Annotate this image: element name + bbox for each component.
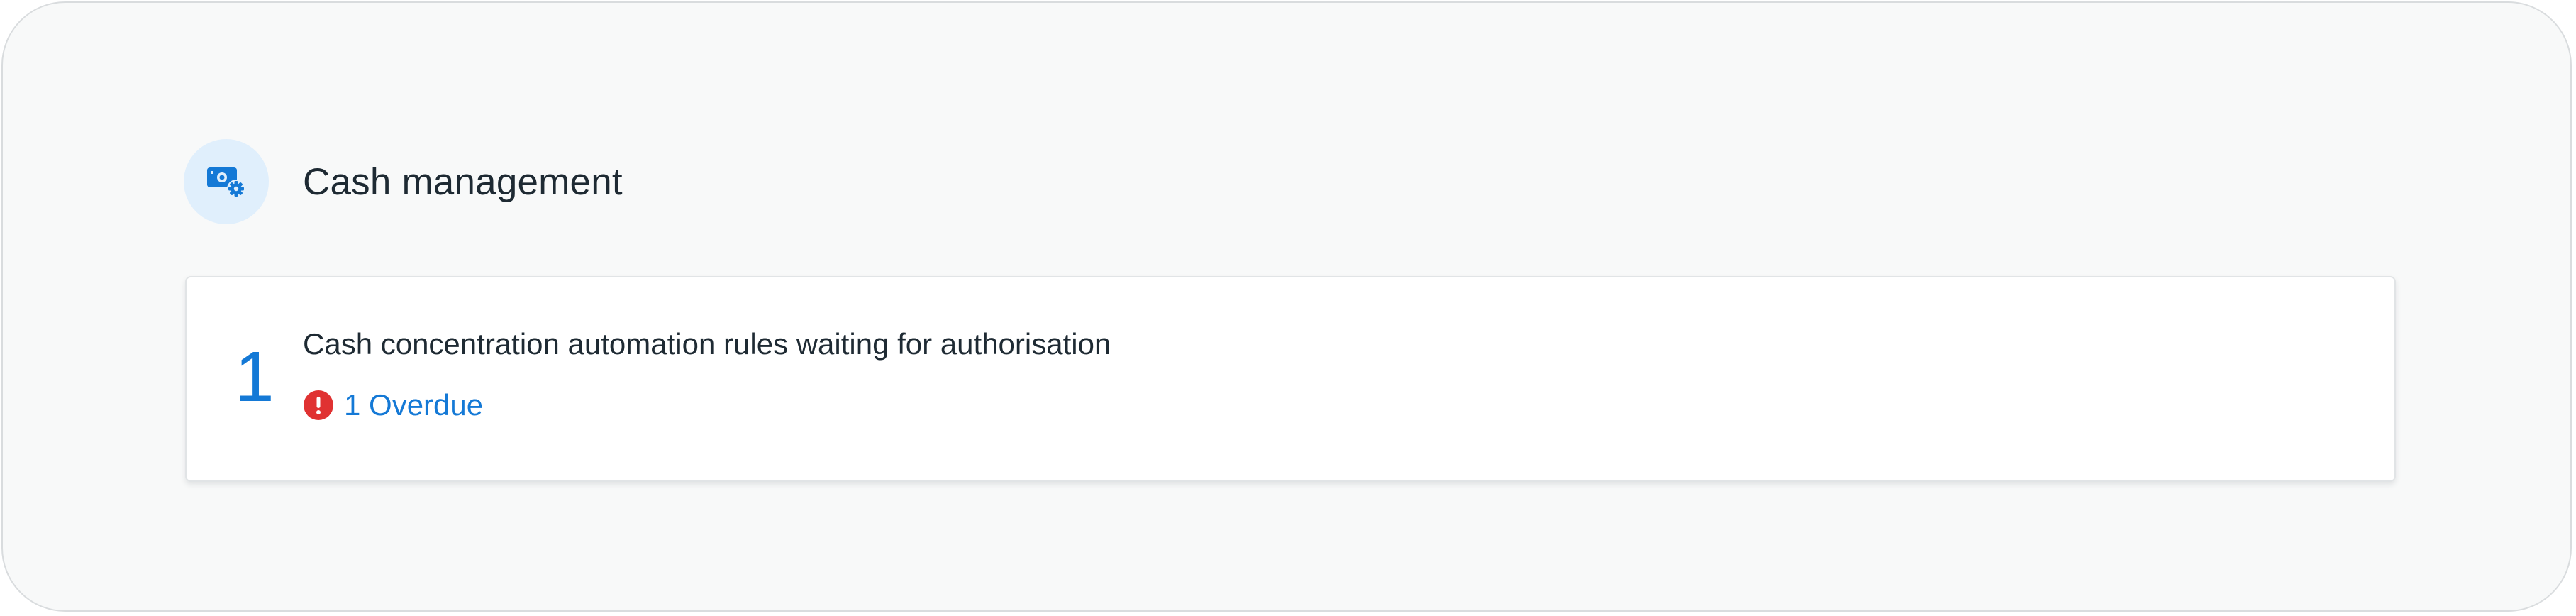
task-count: 1 [235,337,274,417]
overdue-link[interactable]: 1 Overdue [303,385,483,425]
task-card[interactable]: 1 Cash concentration automation rules wa… [185,276,2396,482]
error-icon [304,390,333,420]
section-title: Cash management [303,160,623,203]
task-description: Cash concentration automation rules wait… [303,327,1111,361]
widget-frame: Cash management 1 Cash concentration aut… [1,1,2572,612]
overdue-label: 1 Overdue [344,388,484,422]
section-icon-badge [184,139,269,224]
cash-settings-icon [207,167,245,198]
section-header: Cash management [184,139,623,224]
